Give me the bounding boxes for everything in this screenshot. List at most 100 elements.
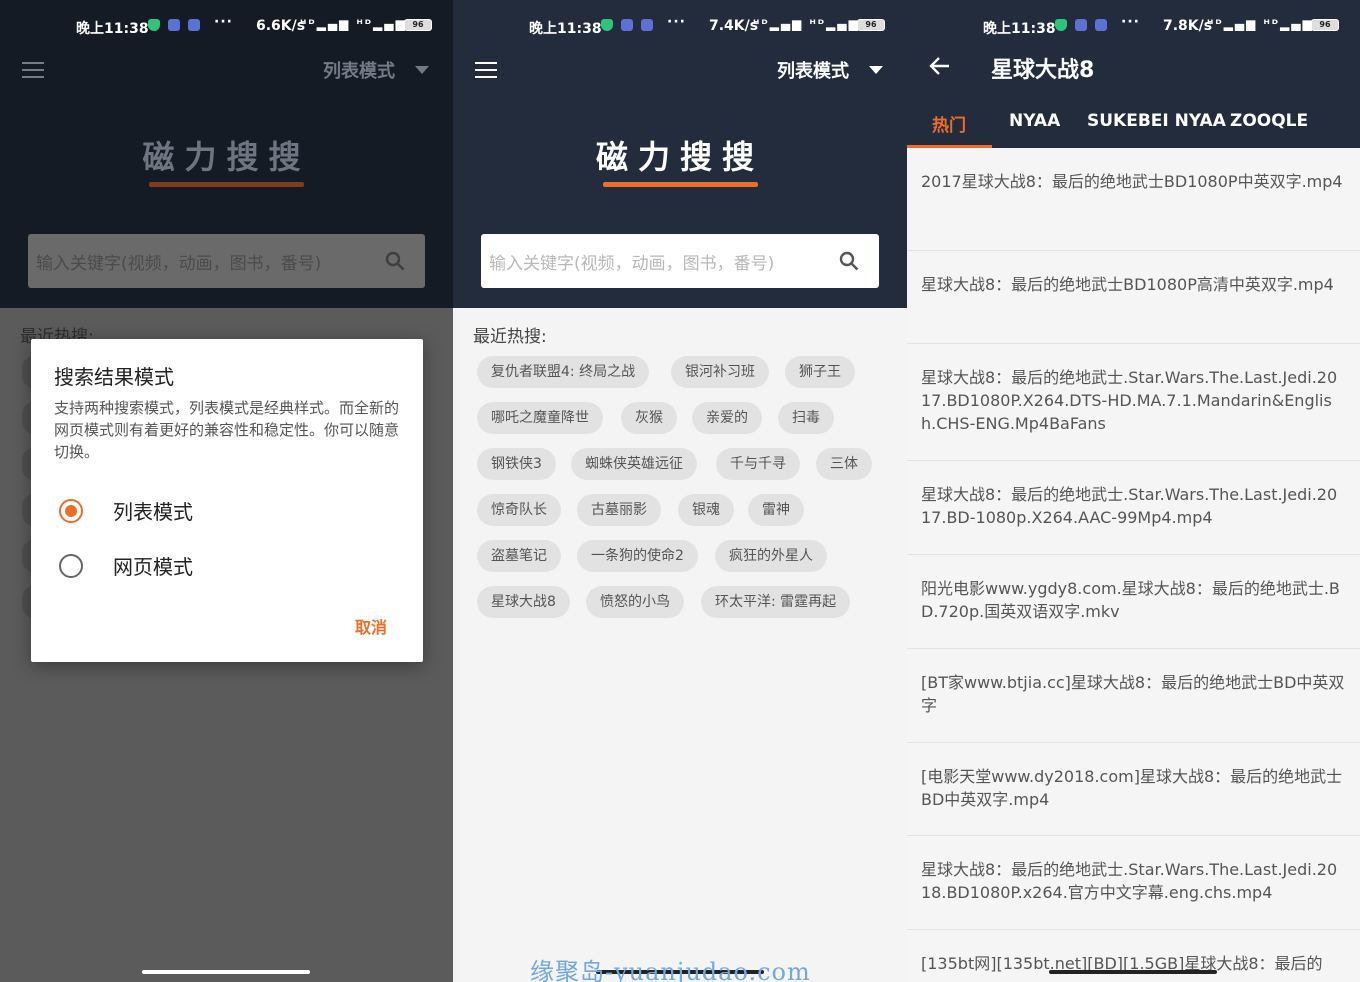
status-bar: 晚上11:38 ··· 7.8K/s ᵸᴰ▂▄▆ ᵸᴰ▂▄▆ 96 — [907, 0, 1360, 50]
search-placeholder: 输入关键字(视频，动画，图书，番号) — [489, 253, 775, 274]
list-item[interactable]: 星球大战8：最后的绝地武士.Star.Wars.The.Last.Jedi.20… — [907, 461, 1360, 555]
search-icon[interactable] — [385, 251, 405, 271]
gesture-bar[interactable] — [1049, 970, 1217, 974]
back-arrow-icon[interactable] — [929, 55, 951, 77]
search-input[interactable]: 输入关键字(视频，动画，图书，番号) — [28, 234, 425, 288]
result-title: [BT家www.btjia.cc]星球大战8：最后的绝地武士BD中英双字 — [921, 673, 1345, 715]
result-title: [电影天堂www.dy2018.com]星球大战8：最后的绝地武士BD中英双字.… — [921, 767, 1343, 809]
mode-selector-label: 列表模式 — [323, 61, 395, 82]
tag-chip[interactable]: 雷神 — [748, 494, 804, 526]
tag-chip[interactable]: 疯狂的外星人 — [715, 540, 827, 572]
dialog-title: 搜索结果模式 — [54, 365, 174, 389]
caret-down-icon — [415, 66, 429, 74]
tab-hot[interactable]: 热门 — [932, 111, 966, 136]
tab-zooqle[interactable]: ZOOQLE — [1230, 111, 1308, 131]
cancel-button[interactable]: 取消 — [355, 614, 387, 638]
tag-chip[interactable]: 愤怒的小鸟 — [586, 586, 684, 618]
tag-chip[interactable]: 千与千寻 — [716, 448, 800, 480]
shield-icon — [148, 19, 160, 31]
tag-chip[interactable]: 狮子王 — [785, 356, 855, 388]
mode-selector[interactable]: 列表模式 — [777, 58, 883, 82]
tag-chip[interactable]: 环太平洋: 雷霆再起 — [701, 586, 851, 618]
tag-chip[interactable]: 惊奇队长 — [477, 494, 561, 526]
more-notifications-icon: ··· — [667, 14, 686, 30]
gesture-bar[interactable] — [142, 970, 310, 974]
chat-icon — [621, 19, 633, 31]
status-time: 晚上11:38 — [529, 21, 602, 37]
option-label: 列表模式 — [113, 500, 193, 524]
signal-icons: ᵸᴰ▂▄▆ ᵸᴰ▂▄▆ — [300, 17, 407, 31]
battery-icon: 96 — [404, 19, 432, 31]
list-item[interactable]: 星球大战8：最后的绝地武士.Star.Wars.The.Last.Jedi.20… — [907, 836, 1360, 930]
tag-chip[interactable]: 一条狗的使命2 — [577, 540, 698, 572]
tab-nyaa[interactable]: NYAA — [1009, 111, 1060, 131]
chat-icon — [188, 19, 200, 31]
radio-selected-icon[interactable] — [59, 498, 83, 523]
tag-chip[interactable]: 盗墓笔记 — [477, 540, 561, 572]
status-time: 晚上11:38 — [983, 21, 1056, 37]
search-input[interactable]: 输入关键字(视频，动画，图书，番号) — [481, 234, 879, 288]
logo-underline — [603, 182, 758, 187]
tab-sukebei-nyaa[interactable]: SUKEBEI NYAA — [1087, 111, 1226, 131]
list-item[interactable]: 星球大战8：最后的绝地武士.Star.Wars.The.Last.Jedi.20… — [907, 344, 1360, 461]
result-title: 星球大战8：最后的绝地武士.Star.Wars.The.Last.Jedi.20… — [921, 485, 1338, 527]
page-title: 星球大战8 — [991, 58, 1095, 83]
shield-icon — [601, 19, 613, 31]
tag-chip[interactable]: 灰猴 — [621, 402, 677, 434]
tag-chip[interactable]: 银魂 — [678, 494, 734, 526]
tag-chip[interactable]: 哪吒之魔童降世 — [477, 402, 603, 434]
tag-chip[interactable]: 钢铁侠3 — [477, 448, 556, 480]
list-item[interactable]: 星球大战8：最后的绝地武士BD1080P高清中英双字.mp4 — [907, 251, 1360, 344]
tag-chip[interactable]: 亲爱的 — [692, 402, 762, 434]
caret-down-icon — [869, 66, 883, 74]
list-item[interactable]: 2017星球大战8：最后的绝地武士BD1080P中英双字.mp4 — [907, 148, 1360, 251]
tag-chip[interactable]: 银河补习班 — [671, 356, 769, 388]
battery-icon: 96 — [1311, 19, 1339, 31]
tag-chip[interactable]: 三体 — [816, 448, 872, 480]
search-mode-dialog: 搜索结果模式 支持两种搜索模式，列表模式是经典样式。而全新的网页模式则有着更好的… — [31, 339, 423, 662]
screen-home: 晚上11:38 ··· 7.4K/s ᵸᴰ▂▄▆ ᵸᴰ▂▄▆ 96 列表模式 磁… — [453, 0, 907, 982]
watermark-text: 缘聚岛-yuanjudao.com — [530, 958, 811, 982]
option-list-mode[interactable]: 列表模式 — [59, 496, 193, 525]
result-title: 阳光电影www.ygdy8.com.星球大战8：最后的绝地武士.BD.720p.… — [921, 579, 1340, 621]
results-header: 晚上11:38 ··· 7.8K/s ᵸᴰ▂▄▆ ᵸᴰ▂▄▆ 96 星球大战8 … — [907, 0, 1360, 148]
option-web-mode[interactable]: 网页模式 — [59, 551, 193, 580]
home-header: 晚上11:38 ··· 7.4K/s ᵸᴰ▂▄▆ ᵸᴰ▂▄▆ 96 列表模式 磁… — [453, 0, 907, 308]
status-bar: 晚上11:38 ··· 6.6K/s ᵸᴰ▂▄▆ ᵸᴰ▂▄▆ 96 — [0, 0, 453, 50]
screen-results: 晚上11:38 ··· 7.8K/s ᵸᴰ▂▄▆ ᵸᴰ▂▄▆ 96 星球大战8 … — [907, 0, 1360, 982]
menu-icon[interactable] — [22, 62, 44, 78]
chat-icon — [1095, 19, 1107, 31]
result-title: 星球大战8：最后的绝地武士.Star.Wars.The.Last.Jedi.20… — [921, 860, 1338, 902]
menu-icon[interactable] — [475, 62, 497, 78]
tag-chip[interactable]: 扫毒 — [778, 402, 834, 434]
list-item[interactable]: [电影天堂www.dy2018.com]星球大战8：最后的绝地武士BD中英双字.… — [907, 743, 1360, 836]
app-logo: 磁力搜搜 — [142, 138, 311, 176]
result-title: 2017星球大战8：最后的绝地武士BD1080P中英双字.mp4 — [921, 172, 1343, 191]
screen-mode-dialog: 晚上11:38 ··· 6.6K/s ᵸᴰ▂▄▆ ᵸᴰ▂▄▆ 96 列表模式 磁… — [0, 0, 453, 982]
chat-icon — [168, 19, 180, 31]
tag-chip[interactable]: 古墓丽影 — [577, 494, 661, 526]
mode-selector[interactable]: 列表模式 — [323, 58, 429, 82]
result-title: 星球大战8：最后的绝地武士BD1080P高清中英双字.mp4 — [921, 275, 1334, 294]
result-title: [135bt网][135bt.net][BD][1.5GB]星球大战8：最后的 — [921, 954, 1323, 973]
chat-icon — [641, 19, 653, 31]
tag-chip[interactable]: 复仇者联盟4: 终局之战 — [477, 356, 650, 388]
list-item[interactable]: 阳光电影www.ygdy8.com.星球大战8：最后的绝地武士.BD.720p.… — [907, 555, 1360, 649]
source-tabs: 热门 NYAA SUKEBEI NYAA ZOOQLE — [907, 108, 1360, 148]
battery-icon: 96 — [857, 19, 885, 31]
signal-icons: ᵸᴰ▂▄▆ ᵸᴰ▂▄▆ — [1207, 17, 1314, 31]
search-icon[interactable] — [839, 251, 859, 271]
status-time: 晚上11:38 — [76, 21, 149, 37]
tag-chip[interactable]: 蜘蛛侠英雄远征 — [571, 448, 697, 480]
result-title: 星球大战8：最后的绝地武士.Star.Wars.The.Last.Jedi.20… — [921, 368, 1338, 433]
option-label: 网页模式 — [113, 555, 193, 579]
app-logo: 磁力搜搜 — [595, 138, 764, 176]
radio-unselected-icon[interactable] — [59, 553, 83, 578]
network-speed: 6.6K/s — [256, 18, 306, 34]
network-speed: 7.4K/s — [709, 18, 759, 34]
home-header: 晚上11:38 ··· 6.6K/s ᵸᴰ▂▄▆ ᵸᴰ▂▄▆ 96 列表模式 磁… — [0, 0, 453, 308]
list-item[interactable]: [BT家www.btjia.cc]星球大战8：最后的绝地武士BD中英双字 — [907, 649, 1360, 743]
list-item[interactable]: [135bt网][135bt.net][BD][1.5GB]星球大战8：最后的 — [907, 930, 1360, 982]
shield-icon — [1055, 19, 1067, 31]
tag-chip[interactable]: 星球大战8 — [477, 586, 570, 618]
